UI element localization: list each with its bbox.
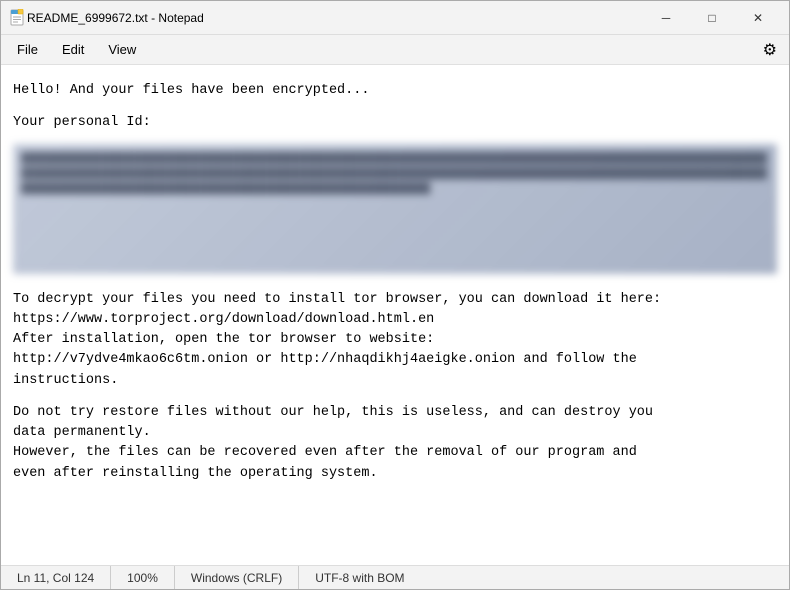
window-controls: ─ □ ✕	[643, 2, 781, 34]
file-menu[interactable]: File	[5, 38, 50, 61]
minimize-button[interactable]: ─	[643, 2, 689, 34]
line-decrypt-1: To decrypt your files you need to instal…	[13, 290, 777, 310]
line-personal-id: Your personal Id:	[13, 113, 777, 133]
editor-content[interactable]: Hello! And your files have been encrypte…	[1, 65, 789, 565]
line-recovery-1: However, the files can be recovered even…	[13, 443, 777, 463]
app-icon	[9, 9, 27, 27]
line-onion-1: http://v7ydve4mkao6c6tm.onion or http://…	[13, 350, 777, 370]
line-instructions: instructions.	[13, 371, 777, 391]
editor-area[interactable]: Hello! And your files have been encrypte…	[1, 65, 789, 565]
settings-icon[interactable]: ⚙	[755, 36, 785, 64]
menu-bar: File Edit View ⚙	[1, 35, 789, 65]
title-bar: README_6999672.txt - Notepad ─ □ ✕	[1, 1, 789, 35]
window-title: README_6999672.txt - Notepad	[27, 11, 643, 25]
line-ending: Windows (CRLF)	[175, 566, 299, 589]
cursor-position: Ln 11, Col 124	[1, 566, 111, 589]
status-bar: Ln 11, Col 124 100% Windows (CRLF) UTF-8…	[1, 565, 789, 589]
line-decrypt-url: https://www.torproject.org/download/down…	[13, 310, 777, 330]
zoom-level: 100%	[111, 566, 175, 589]
edit-menu[interactable]: Edit	[50, 38, 96, 61]
notepad-window: README_6999672.txt - Notepad ─ □ ✕ File …	[0, 0, 790, 590]
line-recovery-2: even after reinstalling the operating sy…	[13, 464, 777, 484]
maximize-button[interactable]: □	[689, 2, 735, 34]
line-warning-2: data permanently.	[13, 423, 777, 443]
line-after-install: After installation, open the tor browser…	[13, 330, 777, 350]
line-warning-1: Do not try restore files without our hel…	[13, 403, 777, 423]
encoding: UTF-8 with BOM	[299, 566, 420, 589]
blurred-content: ████████████████████████████████████████…	[13, 144, 777, 206]
line-greeting: Hello! And your files have been encrypte…	[13, 81, 777, 101]
view-menu[interactable]: View	[96, 38, 148, 61]
close-button[interactable]: ✕	[735, 2, 781, 34]
personal-id-blurred: ████████████████████████████████████████…	[13, 144, 777, 274]
